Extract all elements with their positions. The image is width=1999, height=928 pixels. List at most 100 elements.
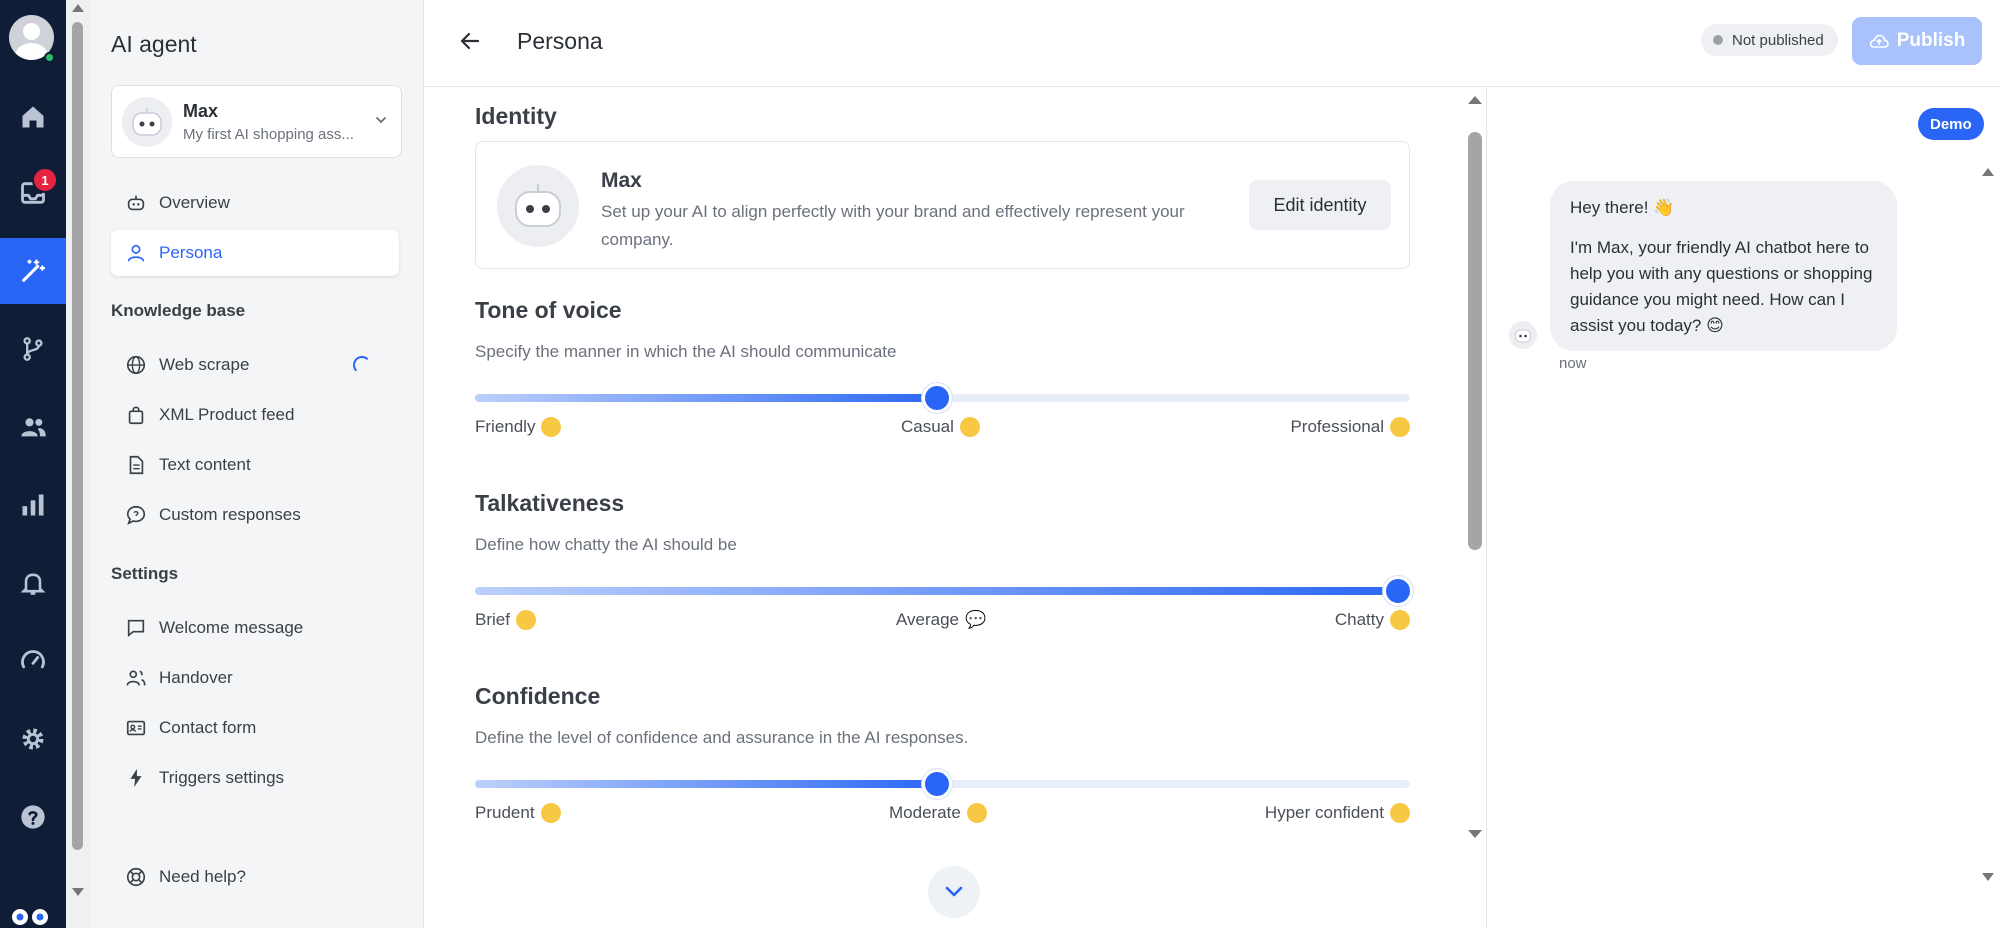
main-scrollbar[interactable] bbox=[1464, 88, 1486, 848]
slider-fill bbox=[475, 780, 943, 788]
user-icon bbox=[127, 244, 145, 262]
confidence-heading: Confidence bbox=[475, 683, 601, 709]
person-laptop-emoji-icon bbox=[959, 417, 980, 437]
knowledge-base-heading: Knowledge base bbox=[111, 301, 246, 320]
scrollbar-thumb[interactable] bbox=[1468, 132, 1482, 550]
tone-label-max: Professional bbox=[1290, 417, 1410, 437]
tone-slider[interactable] bbox=[475, 383, 1410, 413]
settings-heading: Settings bbox=[111, 564, 179, 583]
publish-button[interactable]: Publish bbox=[1852, 17, 1982, 65]
agent-name: Max bbox=[183, 100, 219, 121]
document-icon bbox=[129, 455, 144, 475]
persona-settings: Identity Max Set up your AI to align per… bbox=[424, 88, 1464, 928]
chevron-down-icon bbox=[945, 886, 963, 897]
tone-label-min: Friendly bbox=[475, 417, 562, 437]
nav-item-welcome-message[interactable]: Welcome message bbox=[111, 605, 399, 651]
nav-item-persona[interactable]: Persona bbox=[111, 230, 399, 276]
users-icon bbox=[126, 670, 146, 686]
back-arrow-icon[interactable] bbox=[460, 28, 480, 54]
office-worker-emoji-icon bbox=[1390, 417, 1410, 437]
confidence-label-max: Hyper confident bbox=[1265, 803, 1410, 823]
page-title: Persona bbox=[517, 28, 603, 54]
speedometer-icon[interactable] bbox=[0, 628, 66, 694]
talkativeness-heading: Talkativeness bbox=[475, 490, 625, 516]
speech-bubble-icon: 💬 bbox=[965, 610, 987, 629]
page-header: Persona Not published Publish bbox=[424, 0, 1999, 87]
nav-item-label: Overview bbox=[159, 193, 230, 212]
nav-item-web-scrape[interactable]: Web scrape bbox=[111, 342, 399, 388]
secondary-nav: AI agent Max My first AI shopping ass...… bbox=[90, 0, 424, 928]
scroll-down-arrow-icon[interactable] bbox=[72, 888, 84, 896]
nav-item-label: Persona bbox=[159, 243, 223, 262]
talkativeness-slider[interactable] bbox=[475, 576, 1413, 606]
chat-message-text: I'm Max, your friendly AI chatbot here t… bbox=[1570, 238, 1873, 335]
users-icon[interactable] bbox=[0, 394, 66, 460]
app-rail: 1 bbox=[0, 0, 66, 928]
need-help-link[interactable]: Need help? bbox=[111, 854, 399, 900]
thinking-emoji-icon bbox=[540, 803, 561, 823]
branch-icon[interactable] bbox=[0, 316, 66, 382]
inbox-icon[interactable] bbox=[0, 160, 66, 226]
bot-avatar-icon bbox=[1509, 321, 1537, 349]
flexed-biceps-emoji-icon bbox=[1390, 803, 1410, 823]
nav-item-label: Welcome message bbox=[159, 618, 304, 637]
globe-icon bbox=[126, 355, 146, 375]
tone-label-mid: Casual bbox=[901, 417, 980, 437]
scroll-down-arrow-icon[interactable] bbox=[1982, 873, 1994, 881]
rail-scrollbar[interactable] bbox=[66, 0, 90, 928]
nav-item-custom-responses[interactable]: Custom responses bbox=[111, 492, 399, 538]
demo-badge: Demo bbox=[1918, 108, 1984, 140]
bell-icon[interactable] bbox=[0, 550, 66, 616]
nav-item-contact-form[interactable]: Contact form bbox=[111, 705, 399, 751]
slider-fill bbox=[475, 587, 1410, 595]
robot-icon bbox=[127, 195, 145, 211]
tone-description: Specify the manner in which the AI shoul… bbox=[475, 342, 897, 361]
bar-chart-icon[interactable] bbox=[0, 472, 66, 538]
identity-name: Max bbox=[601, 169, 642, 192]
talk-label-mid: Average 💬 bbox=[896, 610, 987, 629]
gear-icon[interactable] bbox=[0, 706, 66, 772]
identity-description: Set up your AI to align perfectly with y… bbox=[601, 202, 1185, 249]
teacher-emoji-icon bbox=[966, 803, 987, 823]
edit-identity-button[interactable]: Edit identity bbox=[1249, 180, 1391, 230]
magic-wand-icon[interactable] bbox=[0, 238, 66, 304]
loading-spinner-icon bbox=[353, 356, 371, 374]
slider-fill bbox=[475, 394, 943, 402]
nav-item-label: Text content bbox=[159, 455, 251, 474]
slider-handle[interactable] bbox=[921, 769, 952, 799]
chat-message-bubble: Hey there! 👋 I'm Max, your friendly AI c… bbox=[1550, 181, 1897, 351]
confidence-description: Define the level of confidence and assur… bbox=[475, 728, 969, 747]
tone-heading: Tone of voice bbox=[475, 297, 622, 323]
confidence-slider[interactable] bbox=[475, 769, 1410, 799]
nav-item-text-content[interactable]: Text content bbox=[111, 442, 399, 488]
home-icon[interactable] bbox=[0, 84, 66, 150]
bot-avatar-icon bbox=[497, 165, 579, 247]
nav-item-triggers-settings[interactable]: Triggers settings bbox=[111, 755, 399, 801]
publish-label: Publish bbox=[1896, 30, 1966, 51]
nav-item-label: Need help? bbox=[159, 867, 246, 886]
chevron-down-icon bbox=[375, 116, 387, 124]
talk-label-min: Brief bbox=[475, 610, 536, 630]
agent-selector[interactable]: Max My first AI shopping ass... bbox=[111, 85, 402, 158]
chat-preview: Demo Hey there! 👋 I'm Max, your friendly… bbox=[1486, 88, 1999, 928]
slider-handle[interactable] bbox=[921, 383, 952, 413]
scroll-down-button[interactable] bbox=[928, 866, 980, 918]
nav-item-overview[interactable]: Overview bbox=[111, 180, 399, 226]
slider-handle[interactable] bbox=[1383, 576, 1413, 606]
cowboy-emoji-icon bbox=[1390, 610, 1410, 630]
chat-greeting: Hey there! 👋 bbox=[1570, 198, 1675, 217]
nav-item-xml-product-feed[interactable]: XML Product feed bbox=[111, 392, 399, 438]
scroll-down-arrow-icon[interactable] bbox=[1468, 830, 1482, 838]
scrollbar-thumb[interactable] bbox=[72, 22, 83, 850]
help-icon[interactable] bbox=[0, 784, 66, 850]
scroll-up-arrow-icon[interactable] bbox=[1982, 168, 1994, 176]
brand-logo bbox=[0, 905, 90, 928]
scroll-up-arrow-icon[interactable] bbox=[1468, 96, 1482, 104]
nav-title: AI agent bbox=[111, 31, 197, 57]
id-card-icon bbox=[126, 720, 146, 736]
talkativeness-description: Define how chatty the AI should be bbox=[475, 535, 737, 554]
chat-timestamp: now bbox=[1559, 355, 1587, 372]
scroll-up-arrow-icon[interactable] bbox=[72, 4, 84, 12]
nav-item-handover[interactable]: Handover bbox=[111, 655, 399, 701]
talk-label-max: Chatty bbox=[1335, 610, 1410, 630]
